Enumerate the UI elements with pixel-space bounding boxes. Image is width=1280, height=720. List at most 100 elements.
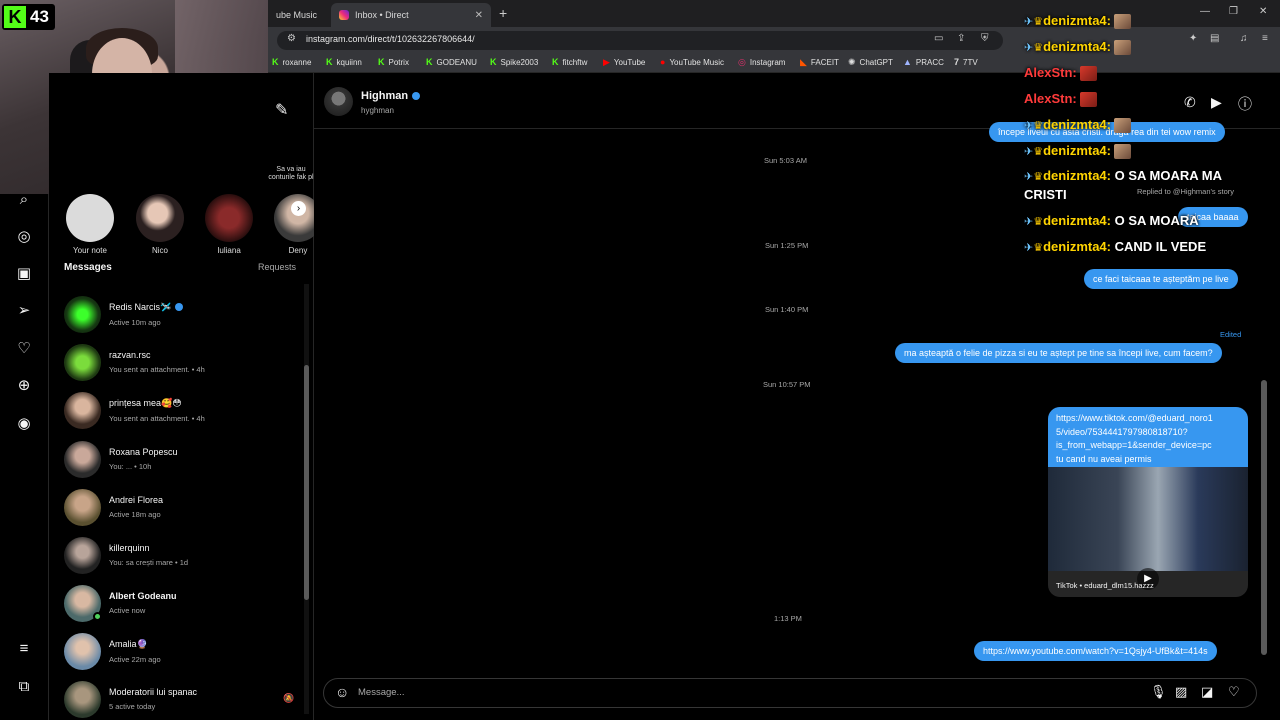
bookmark-7tv[interactable]: 7 7TV <box>954 57 978 67</box>
conversation-item[interactable]: killerquinn You: sa crești mare • 1d <box>64 531 300 579</box>
reels-icon[interactable]: ▣ <box>15 265 33 283</box>
kick-icon: K <box>426 57 433 67</box>
crown-badge-icon: ♛ <box>1033 171 1044 183</box>
minimize-icon[interactable]: — <box>1200 6 1210 17</box>
bookmark-instagram[interactable]: ◎ Instagram <box>738 57 785 68</box>
conversation-item[interactable]: Roxana Popescu You: ... • 10h <box>64 435 300 483</box>
peer-name[interactable]: Highman <box>361 90 421 102</box>
restore-icon[interactable]: ❐ <box>1229 6 1238 17</box>
stream-chat-line: ✈♛denizmta4: <box>1024 13 1131 30</box>
stream-chat-line: ✈♛denizmta4: <box>1024 39 1131 56</box>
message-input[interactable]: Message... <box>358 687 404 698</box>
kick-logo-icon: K <box>4 6 26 28</box>
microphone-icon[interactable]: 🎙 <box>1150 684 1167 700</box>
message-bubble[interactable]: ma așteaptă o felie de pizza si eu te aș… <box>895 343 1222 363</box>
bookmark-spike2003[interactable]: K Spike2003 <box>490 57 538 67</box>
tiktok-link-card[interactable]: https://www.tiktok.com/@eduard_noro1 5/v… <box>1048 407 1248 597</box>
menu-icon[interactable]: ≡ <box>1262 33 1268 44</box>
instagram-icon <box>339 10 349 20</box>
conversation-item[interactable]: Andrei Florea Active 18m ago <box>64 483 300 531</box>
bookmark-faceit[interactable]: ◣ FACEIT <box>800 57 839 68</box>
conversation-item[interactable]: razvan.rsc You sent an attachment. • 4h <box>64 338 300 386</box>
tab-youtube-music[interactable]: ube Music <box>268 3 330 27</box>
bookmark-chatgpt[interactable]: ✺ ChatGPT <box>848 57 893 68</box>
phone-icon[interactable]: ✆ <box>1184 94 1196 111</box>
bookmark-youtube[interactable]: ▶ YouTube <box>603 57 645 68</box>
conversation-item[interactable]: Moderatorii lui spanac 5 active today <box>64 675 300 720</box>
notifications-icon[interactable]: ♡ <box>15 340 33 358</box>
conversation-item[interactable]: Albert Godeanu Active now <box>64 579 300 627</box>
shield-icon[interactable]: ⛨ <box>981 33 989 44</box>
sidebar-icon[interactable]: ▤ <box>1210 33 1219 44</box>
message-bubble[interactable]: ce faci taicaaa te așteptăm pe live <box>1084 269 1238 289</box>
chat-scrollbar-thumb[interactable] <box>1261 380 1267 655</box>
more-menu-icon[interactable]: ≡ <box>15 640 33 658</box>
share-icon[interactable]: ⇪ <box>957 33 965 44</box>
tab-label: Inbox • Direct <box>355 10 409 20</box>
emote-icon <box>1114 14 1131 30</box>
address-url[interactable]: instagram.com/direct/t/102632267806644/ <box>306 34 475 44</box>
meta-apps-icon[interactable]: ⧉ <box>15 678 33 696</box>
instagram-icon: ◎ <box>738 57 746 67</box>
message-bubble[interactable]: https://www.youtube.com/watch?v=1Qsjy4-U… <box>974 641 1217 661</box>
image-icon[interactable]: ▨ <box>1175 684 1187 700</box>
requests-link[interactable]: Requests <box>258 262 296 272</box>
message-composer[interactable] <box>323 678 1257 708</box>
video-call-icon[interactable]: ▶ <box>1211 94 1222 111</box>
new-tab-icon[interactable]: + <box>499 5 507 21</box>
story-iuliana[interactable]: Iuliana <box>199 194 259 255</box>
emoji-icon[interactable]: ☺ <box>335 684 349 700</box>
bookmark-roxanne[interactable]: Kroxanne <box>272 57 311 67</box>
messages-icon[interactable]: ➢ <box>15 302 33 320</box>
close-window-icon[interactable]: ✕ <box>1259 6 1267 17</box>
info-icon[interactable]: ⓘ <box>1238 94 1252 114</box>
video-thumbnail[interactable]: ▶ <box>1048 467 1248 590</box>
conversation-item[interactable]: prințesa mea🥰😳 You sent an attachment. •… <box>64 386 300 434</box>
close-tab-icon[interactable]: ✕ <box>475 10 483 21</box>
tab-instagram-inbox[interactable]: Inbox • Direct ✕ <box>331 3 491 27</box>
conversation-item[interactable]: Redis Narcis🛩️ Active 10m ago <box>64 290 300 338</box>
media-icon[interactable]: ♫ <box>1240 33 1248 44</box>
bookmark-godeanu[interactable]: K GODEANU <box>426 57 477 67</box>
create-icon[interactable]: ⊕ <box>15 377 33 395</box>
extensions-icon[interactable]: ✦ <box>1189 33 1197 44</box>
timestamp: Sun 10:57 PM <box>763 380 811 389</box>
online-indicator <box>93 611 102 621</box>
sword-badge-icon: ✈ <box>1024 42 1034 54</box>
crown-badge-icon: ♛ <box>1033 120 1044 132</box>
avatar <box>64 343 101 381</box>
conversation-item[interactable]: Amalia🔮 Active 22m ago <box>64 627 300 675</box>
bookmark-pracc[interactable]: ▲ PRACC <box>903 57 944 67</box>
bookmark-youtube-music[interactable]: ● YouTube Music <box>660 57 724 67</box>
kick-icon: K <box>326 57 333 67</box>
sticker-icon[interactable]: ◪ <box>1201 684 1213 700</box>
emote-icon <box>1079 92 1097 108</box>
stream-chat-line: AlexStn: <box>1024 65 1097 82</box>
avatar <box>64 440 101 478</box>
compose-icon[interactable]: ✎ <box>275 100 288 120</box>
sword-badge-icon: ✈ <box>1024 242 1034 254</box>
bookmark-fitchftw[interactable]: Kfitchftw <box>552 57 587 67</box>
profile-icon[interactable]: ◉ <box>15 415 33 433</box>
story-nico[interactable]: Nico <box>130 194 190 255</box>
kick-icon: K <box>552 57 559 67</box>
site-info-icon[interactable]: ⚙ <box>287 33 296 44</box>
story-your-note[interactable]: Your note <box>60 194 120 255</box>
verified-icon <box>175 303 184 312</box>
faceit-icon: ◣ <box>800 57 807 67</box>
kick-icon: K <box>490 57 497 67</box>
heart-icon[interactable]: ♡ <box>1228 684 1240 700</box>
kick-icon: K <box>378 57 385 67</box>
peer-avatar[interactable] <box>324 87 353 116</box>
avatar <box>205 194 253 242</box>
bookmark-kquiinn[interactable]: Kkquiinn <box>326 57 362 67</box>
avatar <box>136 194 184 242</box>
crown-badge-icon: ♛ <box>1033 216 1044 228</box>
emote-icon <box>1114 40 1131 56</box>
inbox-scrollbar-thumb[interactable] <box>304 365 309 600</box>
install-icon[interactable]: ▭ <box>934 33 943 44</box>
search-icon[interactable]: ⌕ <box>15 191 33 209</box>
chevron-right-icon[interactable]: › <box>291 201 306 216</box>
explore-icon[interactable]: ◎ <box>15 228 33 246</box>
bookmark-potrix[interactable]: K Potrix <box>378 57 409 67</box>
